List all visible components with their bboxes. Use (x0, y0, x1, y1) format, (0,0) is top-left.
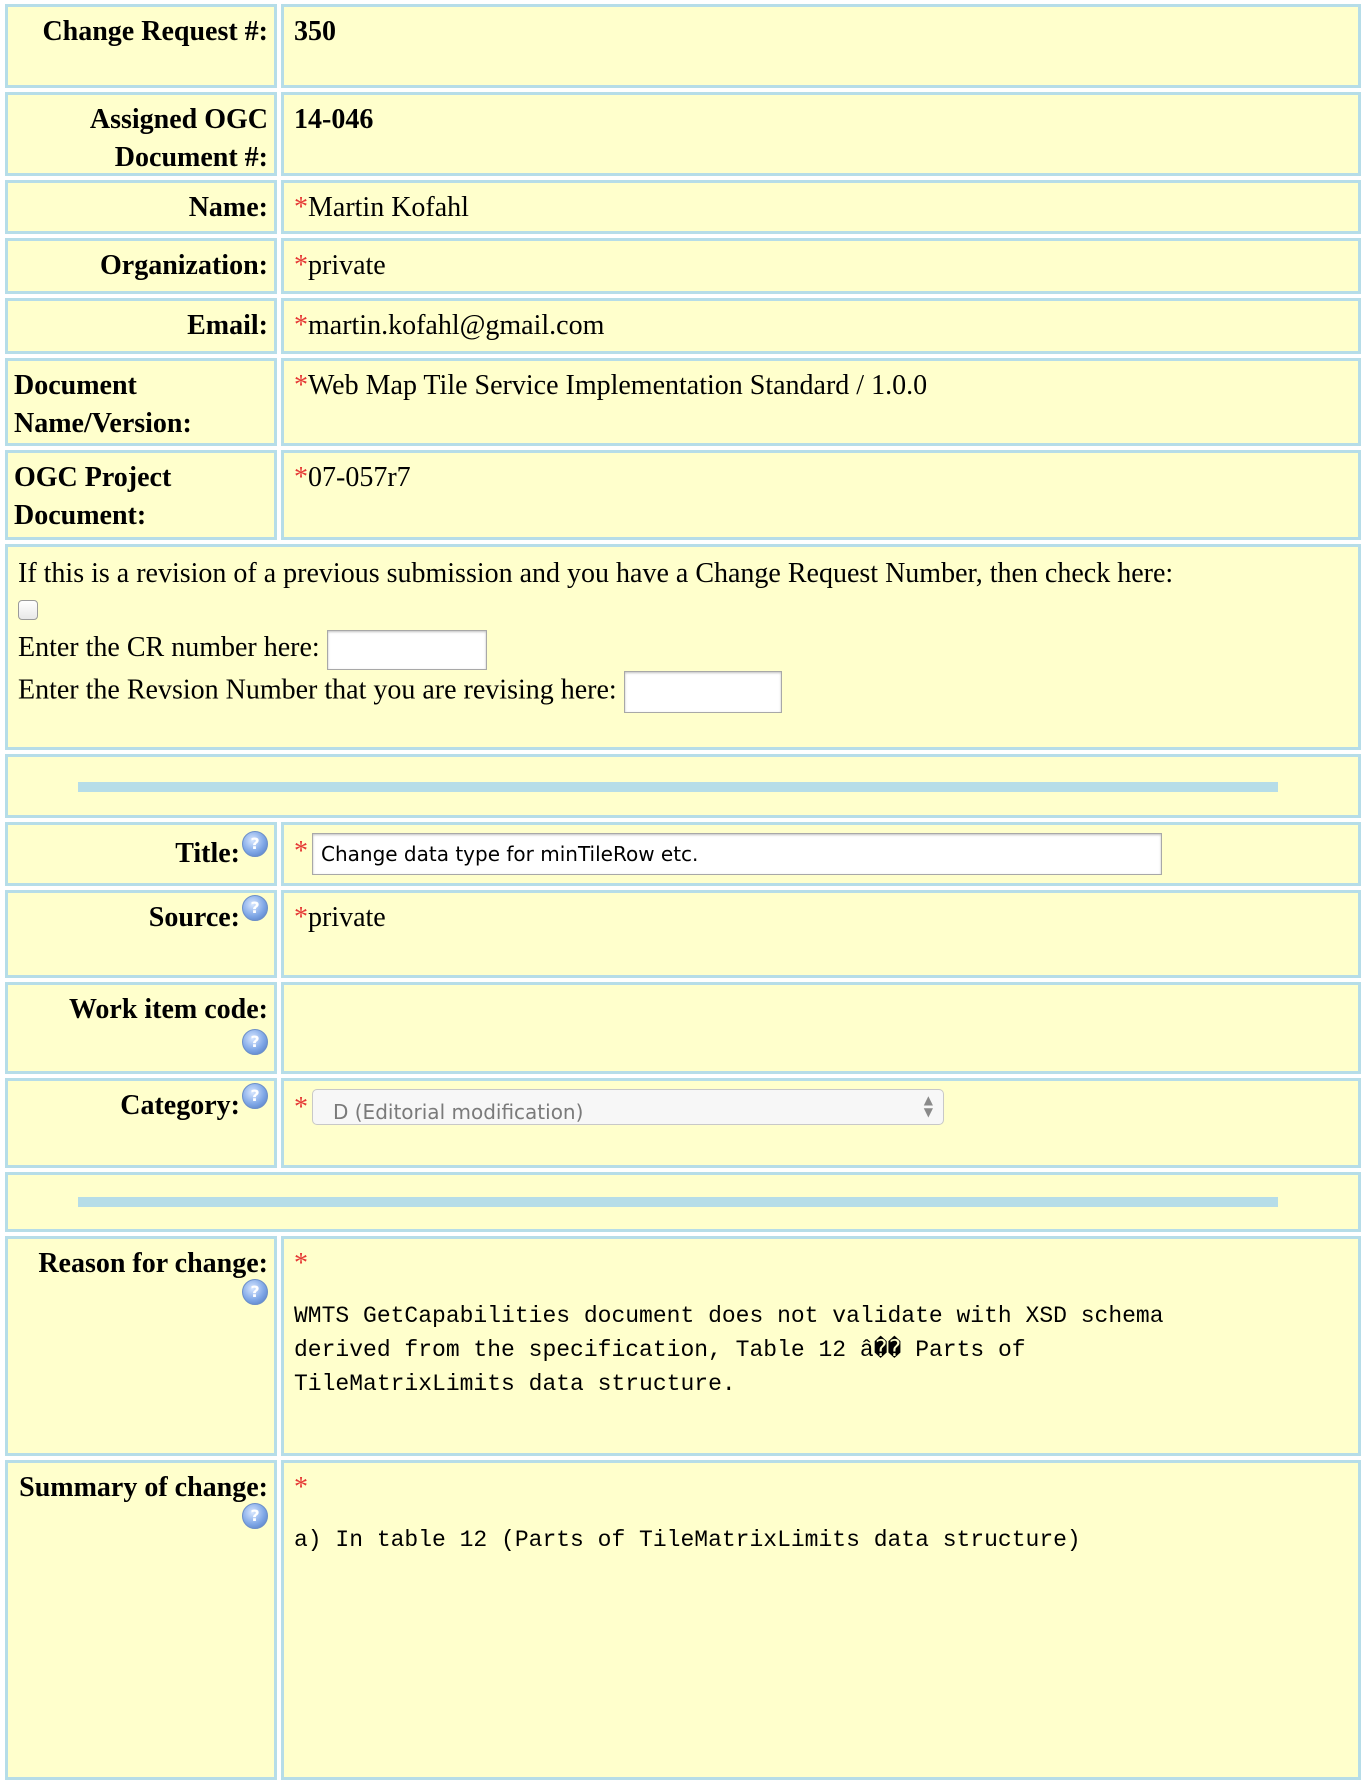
source-value-cell: *private (281, 890, 1361, 978)
revision-number-input[interactable] (623, 671, 782, 713)
category-select[interactable]: D (Editorial modification) ▲ ▼ (312, 1089, 944, 1125)
summary-label-cell: Summary of change:? (5, 1460, 277, 1780)
email-label: Email: (5, 298, 277, 354)
rev-entry-line: Enter the Revsion Number that you are re… (18, 671, 1348, 715)
updown-arrows-icon: ▲ ▼ (923, 1093, 933, 1119)
help-question-icon[interactable]: ? (242, 831, 268, 857)
organization-value: private (308, 250, 386, 281)
assigned-doc-label: Assigned OGC Document #: (5, 92, 277, 176)
work-item-label: Work item code: (68, 994, 268, 1025)
title-label-cell: Title:? (5, 822, 277, 886)
row-separator-2 (5, 1172, 1361, 1232)
title-label: Title: (175, 838, 240, 869)
row-revision: If this is a revision of a previous subm… (5, 544, 1361, 750)
reason-value-cell: * WMTS GetCapabilities document does not… (281, 1236, 1361, 1456)
summary-value-cell: * a) In table 12 (Parts of TileMatrixLim… (281, 1460, 1361, 1780)
source-label-cell: Source:? (5, 890, 277, 978)
required-marker: * (294, 1092, 308, 1123)
required-marker: * (294, 902, 308, 933)
separator-bar (78, 782, 1278, 792)
ogc-project-doc-value: 07-057r7 (308, 462, 411, 493)
assigned-doc-value: 14-046 (281, 92, 1361, 176)
ogc-project-doc-value-cell: *07-057r7 (281, 450, 1361, 540)
required-marker: * (294, 192, 308, 223)
work-item-label-cell: Work item code:? (5, 982, 277, 1074)
source-label: Source: (148, 902, 240, 933)
separator-cell-1 (5, 754, 1361, 818)
email-value-cell: *martin.kofahl@gmail.com (281, 298, 1361, 354)
doc-name-version-label: Document Name/Version: (5, 358, 277, 446)
doc-name-version-value-cell: *Web Map Tile Service Implementation Sta… (281, 358, 1361, 446)
revision-prompt: If this is a revision of a previous subm… (18, 558, 1174, 589)
cr-number-input[interactable] (326, 629, 487, 670)
row-summary: Summary of change:? * a) In table 12 (Pa… (5, 1460, 1361, 1780)
cr-entry-label: Enter the CR number here: (18, 632, 320, 663)
help-question-icon[interactable]: ? (242, 1503, 268, 1529)
revision-checkbox[interactable] (18, 599, 38, 620)
row-title: Title:? * Change data type for minTileRow… (5, 822, 1361, 886)
name-value-cell: *Martin Kofahl (281, 180, 1361, 234)
summary-label: Summary of change: (19, 1472, 268, 1503)
reason-label: Reason for change: (38, 1248, 268, 1279)
revision-cell: If this is a revision of a previous subm… (5, 544, 1361, 750)
summary-text: a) In table 12 (Parts of TileMatrixLimit… (294, 1527, 1081, 1553)
title-input[interactable]: Change data type for minTileRow etc. (312, 833, 1162, 875)
required-marker: * (294, 836, 308, 867)
organization-label: Organization: (5, 238, 277, 294)
row-ogc-project-doc: OGC Project Document: *07-057r7 (5, 450, 1361, 540)
required-marker: * (294, 1472, 308, 1503)
source-value: private (308, 902, 386, 933)
work-item-value (281, 982, 1361, 1074)
row-cr-number: Change Request #: 350 (5, 4, 1361, 88)
rev-entry-label: Enter the Revsion Number that you are re… (18, 674, 617, 706)
required-marker: * (294, 370, 308, 401)
cr-number-value: 350 (281, 4, 1361, 88)
row-separator-1 (5, 754, 1361, 818)
required-marker: * (294, 462, 308, 493)
row-doc-name-version: Document Name/Version: *Web Map Tile Ser… (5, 358, 1361, 446)
revision-checkbox-wrap (18, 593, 1348, 625)
reason-label-cell: Reason for change:? (5, 1236, 277, 1456)
separator-cell-2 (5, 1172, 1361, 1232)
row-assigned-doc: Assigned OGC Document #: 14-046 (5, 92, 1361, 176)
required-marker: * (294, 1248, 308, 1279)
doc-name-version-value: Web Map Tile Service Implementation Stan… (308, 370, 928, 401)
help-question-icon[interactable]: ? (242, 895, 268, 921)
help-question-icon[interactable]: ? (242, 1279, 268, 1305)
required-marker: * (294, 250, 308, 281)
organization-value-cell: *private (281, 238, 1361, 294)
category-label-cell: Category:? (5, 1078, 277, 1168)
cr-entry-line: Enter the CR number here: (18, 629, 1348, 670)
row-category: Category:? * D (Editorial modification) ▲ ▼ (5, 1078, 1361, 1168)
cr-number-label: Change Request #: (5, 4, 277, 88)
reason-text: WMTS GetCapabilities document does not v… (294, 1303, 1164, 1397)
required-marker: * (294, 310, 308, 341)
row-name: Name: *Martin Kofahl (5, 180, 1361, 234)
help-question-icon[interactable]: ? (242, 1029, 268, 1055)
ogc-project-doc-label: OGC Project Document: (5, 450, 277, 540)
separator-bar (78, 1197, 1278, 1207)
title-value-cell: * Change data type for minTileRow etc. (281, 822, 1361, 886)
row-reason: Reason for change:? * WMTS GetCapabiliti… (5, 1236, 1361, 1456)
row-email: Email: *martin.kofahl@gmail.com (5, 298, 1361, 354)
category-selected-value: D (Editorial modification) (333, 1100, 584, 1124)
category-label: Category: (120, 1090, 240, 1121)
row-organization: Organization: *private (5, 238, 1361, 294)
help-question-icon[interactable]: ? (242, 1083, 268, 1109)
name-value: Martin Kofahl (308, 192, 469, 223)
row-work-item: Work item code:? (5, 982, 1361, 1074)
row-source: Source:? *private (5, 890, 1361, 978)
email-value: martin.kofahl@gmail.com (308, 310, 605, 341)
name-label: Name: (5, 180, 277, 234)
category-value-cell: * D (Editorial modification) ▲ ▼ (281, 1078, 1361, 1168)
